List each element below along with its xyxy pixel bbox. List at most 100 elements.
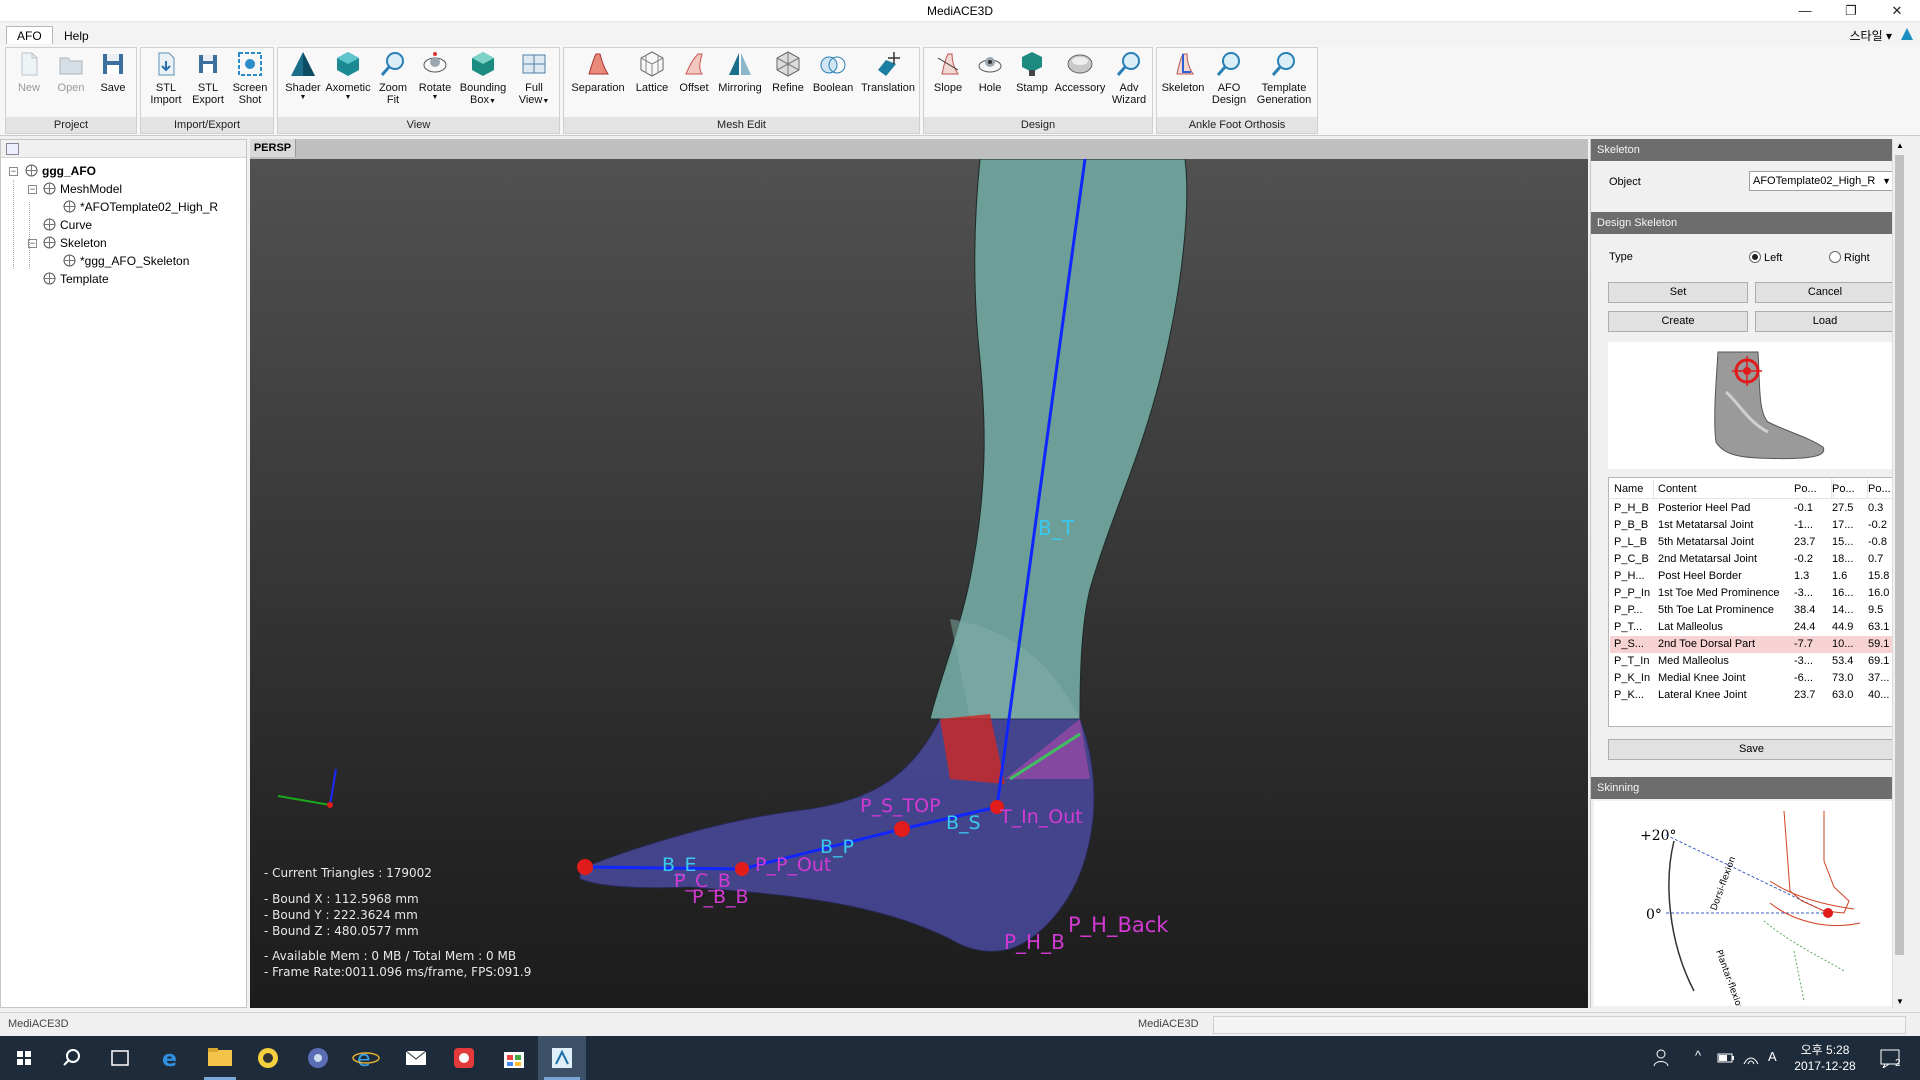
table-row[interactable]: P_K... Lateral Knee Joint 23.7 63.0 40... xyxy=(1610,687,1894,704)
scrollbar-thumb[interactable] xyxy=(1895,155,1904,955)
offset-button[interactable]: Offset xyxy=(675,50,713,94)
task-view-icon[interactable] xyxy=(96,1036,144,1080)
battery-icon[interactable] xyxy=(1717,1050,1735,1066)
shader-icon xyxy=(291,52,315,76)
joint-metatarsal[interactable] xyxy=(735,862,749,876)
close-button[interactable]: ✕ xyxy=(1874,0,1920,22)
ime-indicator[interactable]: A xyxy=(1768,1049,1777,1064)
lattice-button[interactable]: Lattice xyxy=(631,50,673,94)
set-button[interactable]: Set xyxy=(1608,282,1748,303)
refine-button[interactable]: Refine xyxy=(768,50,808,94)
menu-tab-afo[interactable]: AFO xyxy=(6,26,53,44)
internet-explorer-icon[interactable]: e xyxy=(342,1036,390,1080)
cell-content: Lat Malleolus xyxy=(1658,621,1723,633)
mail-icon[interactable] xyxy=(392,1036,440,1080)
panel-scrollbar[interactable]: ▲ ▼ xyxy=(1892,139,1906,1008)
edge-browser-icon[interactable]: e xyxy=(146,1036,194,1080)
viewport-canvas[interactable]: B_T P_S_TOP B_S T_In_Out B_P B_E P_P_Out… xyxy=(250,159,1588,1008)
table-row[interactable]: P_H_B Posterior Heel Pad -0.1 27.5 0.3 xyxy=(1610,500,1894,517)
viewport-tab-persp[interactable]: PERSP xyxy=(250,139,296,157)
table-row[interactable]: P_C_B 2nd Metatarsal Joint -0.2 18... 0.7 xyxy=(1610,551,1894,568)
scroll-down-icon[interactable]: ▼ xyxy=(1896,997,1904,1006)
minimize-button[interactable]: — xyxy=(1782,0,1828,22)
tray-chevron-icon[interactable]: ^ xyxy=(1695,1048,1701,1063)
cancel-button[interactable]: Cancel xyxy=(1755,282,1895,303)
hwp-app-icon[interactable] xyxy=(440,1036,488,1080)
table-row[interactable]: P_P_In 1st Toe Med Prominence -3... 16... 16… xyxy=(1610,585,1894,602)
screen-shot-button[interactable]: Screen Shot xyxy=(231,50,269,106)
col-header-pos-y[interactable]: Po... xyxy=(1832,479,1868,499)
kakaotalk-app-icon[interactable] xyxy=(244,1036,292,1080)
tree-node-root[interactable]: ggg_AFO xyxy=(25,163,96,179)
tree-node-skeleton[interactable]: Skeleton xyxy=(43,235,107,251)
skeleton-button[interactable]: Skeleton xyxy=(1160,50,1206,94)
store-icon[interactable] xyxy=(490,1036,538,1080)
boolean-button[interactable]: Boolean xyxy=(810,50,856,94)
stamp-button[interactable]: Stamp xyxy=(1012,50,1052,94)
joint-midfoot[interactable] xyxy=(894,821,910,837)
open-button[interactable]: Open xyxy=(54,50,88,94)
table-row[interactable]: P_T... Lat Malleolus 24.4 44.9 63.1 xyxy=(1610,619,1894,636)
col-header-pos-x[interactable]: Po... xyxy=(1794,479,1832,499)
tree-node-template[interactable]: Template xyxy=(43,271,109,287)
clock-time[interactable]: 오후 5:28 xyxy=(1792,1041,1858,1058)
tree-collapse-root[interactable]: − xyxy=(9,167,18,176)
new-button[interactable]: New xyxy=(12,50,46,94)
rotate-button[interactable]: Rotate ▼ xyxy=(415,50,455,102)
tree-node-mesh-item[interactable]: *AFOTemplate02_High_R xyxy=(63,199,218,215)
joint-toe-tip[interactable] xyxy=(577,859,593,875)
mediace3d-taskbar-icon[interactable] xyxy=(538,1036,586,1080)
full-view-button[interactable]: Full View▼ xyxy=(512,50,556,106)
people-icon[interactable] xyxy=(1646,1036,1676,1080)
table-row[interactable]: P_S... 2nd Toe Dorsal Part -7.7 10... 59.1 xyxy=(1610,636,1894,653)
object-select[interactable]: AFOTemplate02_High_R ▼ xyxy=(1749,171,1895,191)
network-icon[interactable] xyxy=(1742,1050,1760,1066)
col-header-name[interactable]: Name xyxy=(1614,479,1654,499)
restore-button[interactable]: ❐ xyxy=(1828,0,1874,22)
col-header-pos-z[interactable]: Po... xyxy=(1868,479,1894,499)
tree-node-curve[interactable]: Curve xyxy=(43,217,92,233)
type-left-radio[interactable]: Left xyxy=(1749,251,1782,265)
search-icon[interactable] xyxy=(48,1036,96,1080)
ribbon-group-design: Slope Hole Stamp Accessory Adv Wizard De… xyxy=(923,47,1153,134)
type-right-radio[interactable]: Right xyxy=(1829,251,1870,265)
create-button[interactable]: Create xyxy=(1608,311,1748,332)
save-skeleton-button[interactable]: Save xyxy=(1608,739,1895,760)
new-label: New xyxy=(17,82,40,94)
afo-design-button[interactable]: AFO Design xyxy=(1207,50,1251,106)
hole-button[interactable]: Hole xyxy=(971,50,1009,94)
zoom-fit-button[interactable]: Zoom Fit xyxy=(374,50,412,106)
separation-button[interactable]: Separation xyxy=(568,50,628,94)
windows-start-icon[interactable] xyxy=(0,1036,48,1080)
table-row[interactable]: P_P... 5th Toe Lat Prominence 38.4 14... 9.5 xyxy=(1610,602,1894,619)
save-button[interactable]: Save xyxy=(96,50,130,94)
tree-node-skeleton-item[interactable]: *ggg_AFO_Skeleton xyxy=(63,253,189,269)
table-row[interactable]: P_B_B 1st Metatarsal Joint -1... 17... -0.2 xyxy=(1610,517,1894,534)
tree-node-meshmodel[interactable]: MeshModel xyxy=(43,181,122,197)
table-row[interactable]: P_T_In Med Malleolus -3... 53.4 69.1 xyxy=(1610,653,1894,670)
scroll-up-icon[interactable]: ▲ xyxy=(1896,141,1904,150)
stl-import-button[interactable]: STL Import xyxy=(147,50,185,106)
translation-button[interactable]: Translation xyxy=(858,50,918,94)
menu-tab-help[interactable]: Help xyxy=(54,27,99,45)
template-generation-button[interactable]: Template Generation xyxy=(1253,50,1315,106)
mirroring-button[interactable]: Mirroring xyxy=(714,50,766,94)
3d-viewport[interactable]: PERSP B_T P_S_TOP B_S T_In_Out B_P B_E P… xyxy=(250,139,1588,1008)
style-menu[interactable]: 스타일 ▾ xyxy=(1850,27,1892,44)
file-explorer-icon[interactable] xyxy=(196,1036,244,1080)
slope-button[interactable]: Slope xyxy=(928,50,968,94)
stl-export-button[interactable]: STL Export xyxy=(189,50,227,106)
table-row[interactable]: P_H... Post Heel Border 1.3 1.6 15.8 xyxy=(1610,568,1894,585)
load-button[interactable]: Load xyxy=(1755,311,1895,332)
media-app-icon[interactable] xyxy=(294,1036,342,1080)
angle-plus20-label: +20° xyxy=(1640,828,1677,844)
clock-date[interactable]: 2017-12-28 xyxy=(1792,1059,1858,1073)
adv-wizard-button[interactable]: Adv Wizard xyxy=(1108,50,1150,106)
separation-icon xyxy=(588,53,609,75)
table-row[interactable]: P_K_In Medial Knee Joint -6... 73.0 37... xyxy=(1610,670,1894,687)
accessory-button[interactable]: Accessory xyxy=(1054,50,1106,94)
bounding-box-button[interactable]: Bounding Box▼ xyxy=(458,50,508,106)
table-row[interactable]: P_L_B 5th Metatarsal Joint 23.7 15... -0.8 xyxy=(1610,534,1894,551)
shader-button[interactable]: Shader ▼ xyxy=(282,50,324,102)
axometric-button[interactable]: Axometic ▼ xyxy=(325,50,371,102)
